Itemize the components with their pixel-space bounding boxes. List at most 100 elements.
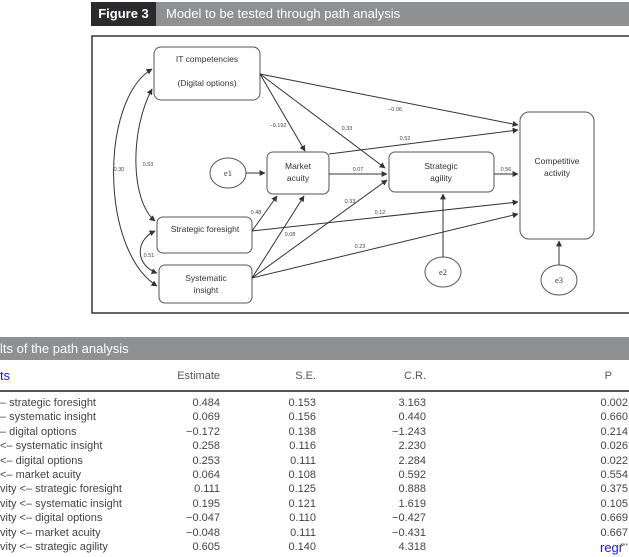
node-label: activity xyxy=(544,168,571,178)
table-row: vity <– market acuity −0.048 0.111 −0.431 0.… xyxy=(0,526,629,540)
cr-cell: 2.230 xyxy=(398,440,426,453)
estimate-cell: 0.605 xyxy=(192,541,220,553)
edge-label: 0.52 xyxy=(400,136,411,142)
se-cell: 0.153 xyxy=(288,397,316,409)
row-label: vity <– strategic agility xyxy=(0,541,108,553)
row-label: vity <– digital options xyxy=(0,512,103,525)
edge-label: 0.53 xyxy=(143,162,154,168)
table-row: <– digital options 0.253 0.111 2.284 0.022 xyxy=(0,454,629,468)
node-label: Strategic foresight xyxy=(171,224,240,234)
node-label: IT competencies xyxy=(176,54,238,64)
node-label: Systematic xyxy=(185,273,227,283)
p-cell: 0.669 xyxy=(600,512,628,525)
cr-cell: −0.427 xyxy=(392,512,426,525)
edge-label: 0.08 xyxy=(285,232,296,238)
edge-label: −0.06 xyxy=(388,107,402,113)
estimate-cell: 0.484 xyxy=(192,397,220,409)
p-cell: 0.375 xyxy=(600,483,628,496)
cr-cell: 0.440 xyxy=(398,411,426,424)
se-cell: 0.110 xyxy=(289,512,316,525)
row-label: – strategic foresight xyxy=(0,397,96,409)
node-label: acuity xyxy=(287,173,310,183)
se-cell: 0.111 xyxy=(290,454,316,467)
node-label: Competitive xyxy=(535,156,580,166)
estimate-cell: 0.069 xyxy=(192,411,220,424)
node-systematic-insight xyxy=(158,264,253,304)
edge-label: 0.33 xyxy=(345,199,356,205)
column-header-estimate: Estimate xyxy=(177,370,220,382)
p-cell: 0.667 xyxy=(600,526,628,539)
edge-label: 0.12 xyxy=(375,210,386,216)
p-cell: 0.002 xyxy=(600,397,628,409)
node-strategic-foresight xyxy=(156,216,253,254)
p-cell: 0.214 xyxy=(600,425,628,438)
row-label: – systematic insight xyxy=(0,411,96,424)
column-header-cr: C.R. xyxy=(404,370,426,382)
se-cell: 0.138 xyxy=(288,425,316,438)
row-label: vity <– market acuity xyxy=(0,526,101,539)
edge-label: 0.56 xyxy=(501,167,512,173)
row-label: vity <– strategic foresight xyxy=(0,483,122,496)
edge-label: −0.192 xyxy=(270,123,287,129)
edge-label: 0.51 xyxy=(144,253,155,259)
p-cell: 0.022 xyxy=(600,454,628,467)
table-row: vity <– systematic insight 0.195 0.121 1.61… xyxy=(0,497,629,511)
table-header-bar: lts of the path analysis xyxy=(0,337,629,360)
node-label: insight xyxy=(194,285,219,295)
cr-cell: 1.619 xyxy=(398,497,426,510)
table-row: vity <– strategic foresight 0.111 0.125 0.8… xyxy=(0,482,629,496)
estimate-cell: 0.111 xyxy=(194,483,220,496)
cr-cell: 0.888 xyxy=(398,483,426,496)
se-cell: 0.121 xyxy=(288,497,316,510)
first-column-header: ts xyxy=(0,368,11,383)
page: Figure 3 Model to be tested through path… xyxy=(0,0,629,557)
se-cell: 0.156 xyxy=(288,411,316,424)
table-row: <– market acuity 0.064 0.108 0.592 0.554 xyxy=(0,468,629,482)
row-label: vity <– systematic insight xyxy=(0,497,122,510)
cr-cell: 0.592 xyxy=(398,469,426,481)
cr-cell: 3.163 xyxy=(398,397,426,409)
node-label: Market xyxy=(285,161,312,171)
cr-cell: 2.284 xyxy=(398,454,426,467)
regression-link[interactable]: regr xyxy=(600,540,623,555)
se-cell: 0.108 xyxy=(288,469,316,481)
path-diagram: IT competencies (Digital options) Market… xyxy=(91,35,629,314)
table-row: vity <– digital options −0.047 0.110 −0.427… xyxy=(0,511,629,525)
estimate-cell: 0.064 xyxy=(192,469,220,481)
estimate-cell: −0.047 xyxy=(186,512,220,525)
se-cell: 0.116 xyxy=(289,440,316,453)
estimate-cell: −0.048 xyxy=(186,526,220,539)
node-label: e1 xyxy=(224,168,232,178)
row-label: <– market acuity xyxy=(0,469,82,481)
table-row: – digital options −0.172 0.138 −1.243 0.214 xyxy=(0,425,629,439)
row-label: – digital options xyxy=(0,425,77,438)
cr-cell: 4.318 xyxy=(398,541,426,553)
cr-cell: −1.243 xyxy=(392,425,426,438)
estimate-cell: 0.258 xyxy=(192,440,220,453)
row-label: <– systematic insight xyxy=(0,440,103,453)
column-header-se: S.E. xyxy=(295,370,316,382)
node-label: Strategic xyxy=(424,161,458,171)
node-strategic-agility xyxy=(388,151,495,193)
header-rule xyxy=(0,390,629,392)
table-row: – systematic insight 0.069 0.156 0.440 0.660 xyxy=(0,410,629,424)
se-cell: 0.111 xyxy=(290,526,316,539)
p-cell: 0.105 xyxy=(600,497,628,510)
estimate-cell: 0.195 xyxy=(192,497,220,510)
edge-label: 0.30 xyxy=(114,167,125,173)
estimate-cell: 0.253 xyxy=(192,454,220,467)
node-label: agility xyxy=(430,173,452,183)
row-label: <– digital options xyxy=(0,454,83,467)
edge-label: 0.07 xyxy=(353,167,364,173)
table-row: vity <– strategic agility 0.605 0.140 4.318… xyxy=(0,540,629,554)
p-cell: 0.026 xyxy=(600,440,628,453)
edge-label: 0.23 xyxy=(355,244,366,250)
p-cell: 0.554 xyxy=(600,469,628,481)
edge-label: 0.48 xyxy=(251,210,262,216)
table-title: lts of the path analysis xyxy=(0,341,129,356)
estimate-cell: −0.172 xyxy=(186,425,220,438)
table-row: <– systematic insight 0.258 0.116 2.230 0.02… xyxy=(0,439,629,453)
p-cell: 0.660 xyxy=(600,411,628,424)
node-label: e3 xyxy=(555,275,563,285)
column-header-p: P xyxy=(604,370,612,382)
